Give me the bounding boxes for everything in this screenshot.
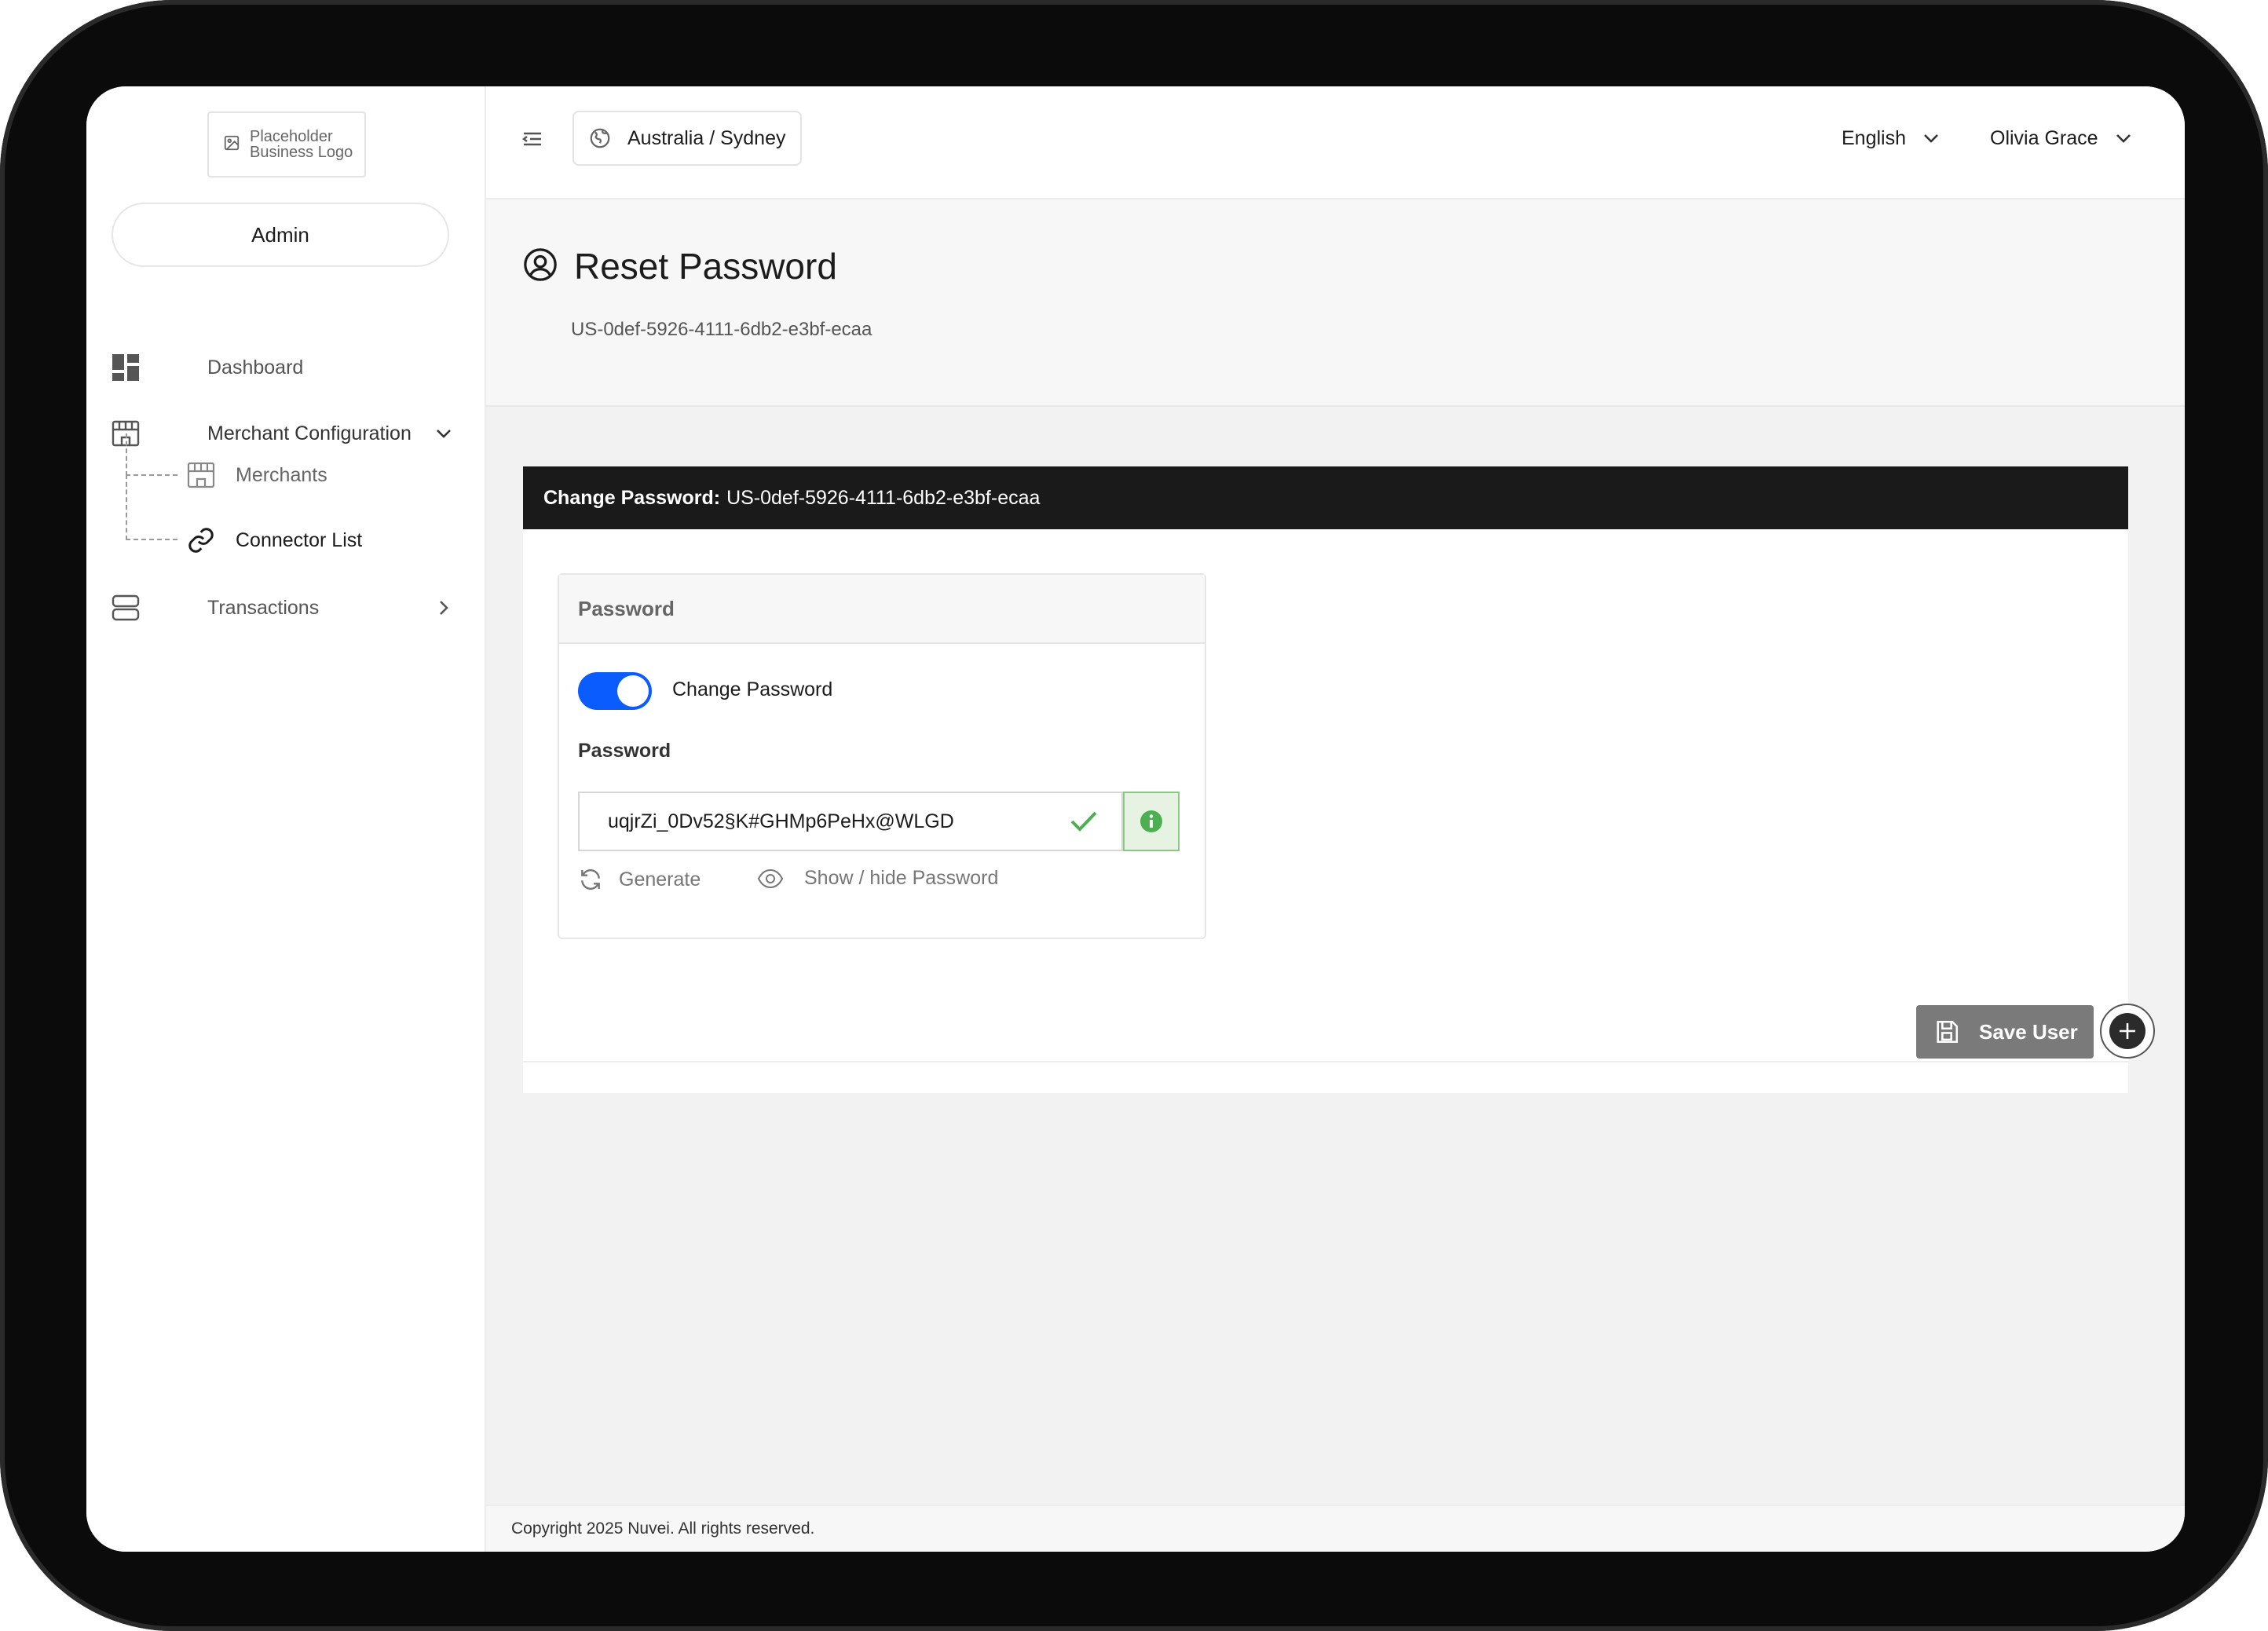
user-circle-icon — [522, 247, 558, 283]
floppy-disk-icon — [1933, 1018, 1960, 1045]
sidebar-item-label: Merchants — [236, 463, 327, 486]
language-label: English — [1842, 126, 1906, 149]
chevron-down-icon — [2116, 133, 2131, 144]
image-icon — [223, 134, 240, 155]
password-input[interactable] — [578, 792, 1123, 851]
chevron-down-icon[interactable] — [432, 422, 455, 445]
info-icon — [1139, 810, 1163, 833]
link-icon — [187, 526, 215, 554]
generate-password-button[interactable]: Generate — [578, 867, 701, 892]
card-title-bar: Change Password: US-0def-5926-4111-6db2-… — [523, 466, 2128, 529]
generate-label: Generate — [619, 868, 701, 890]
eye-icon — [757, 869, 784, 889]
change-password-card: Change Password: US-0def-5926-4111-6db2-… — [523, 466, 2128, 1093]
role-selector[interactable]: Admin — [112, 203, 449, 267]
logo-line-1: Placeholder — [250, 128, 333, 145]
sidebar: Placeholder Business Logo Admin Dashboar… — [86, 86, 486, 1552]
user-menu[interactable]: Olivia Grace — [1990, 123, 2131, 154]
panel-title: Password — [559, 575, 1205, 644]
sidebar-item-transactions[interactable]: Transactions — [110, 584, 455, 631]
dashboard-icon — [110, 352, 141, 383]
toggle-knob — [617, 675, 649, 707]
timezone-selector[interactable]: Australia / Sydney — [572, 111, 802, 166]
sidebar-item-label: Merchant Configuration — [207, 422, 412, 444]
sidebar-item-label: Connector List — [236, 528, 363, 551]
chevron-down-icon — [1923, 133, 1939, 144]
plus-icon — [2109, 1013, 2145, 1049]
language-selector[interactable]: English — [1842, 123, 1939, 154]
globe-icon — [588, 126, 612, 150]
password-info-button[interactable] — [1123, 792, 1180, 851]
add-fab-button[interactable] — [2100, 1004, 2155, 1059]
server-icon — [110, 592, 141, 624]
save-user-button[interactable]: Save User — [1916, 1005, 2094, 1059]
tree-connector — [126, 433, 177, 476]
save-user-label: Save User — [1979, 1019, 2078, 1044]
page-header: Reset Password US-0def-5926-4111-6db2-e3… — [486, 199, 2185, 407]
password-field-label: Password — [578, 740, 671, 762]
sidebar-item-label: Transactions — [207, 596, 320, 619]
chevron-right-icon[interactable] — [432, 596, 455, 620]
device-frame: Placeholder Business Logo Admin Dashboar… — [0, 0, 2268, 1631]
store-icon — [187, 461, 215, 489]
collapse-menu-icon[interactable] — [521, 127, 544, 151]
show-hide-label: Show / hide Password — [804, 867, 999, 889]
show-hide-password-button[interactable]: Show / hide Password — [757, 867, 998, 890]
card-divider — [523, 1061, 2128, 1062]
toggle-label: Change Password — [672, 678, 833, 700]
sidebar-item-label: Dashboard — [207, 356, 304, 378]
page-title: Reset Password — [574, 246, 837, 287]
page-footer: Copyright 2025 Nuvei. All rights reserve… — [486, 1505, 2185, 1552]
user-name: Olivia Grace — [1990, 126, 2098, 149]
sidebar-item-dashboard[interactable]: Dashboard — [110, 344, 455, 391]
app-screen: Placeholder Business Logo Admin Dashboar… — [86, 86, 2185, 1552]
sidebar-item-merchants[interactable]: Merchants — [187, 453, 327, 497]
tree-connector — [126, 474, 177, 540]
card-bar-label: Change Password: — [543, 486, 721, 509]
business-logo[interactable]: Placeholder Business Logo — [207, 112, 366, 177]
copyright-text: Copyright 2025 Nuvei. All rights reserve… — [511, 1519, 815, 1538]
logo-line-2: Business Logo — [250, 144, 353, 161]
refresh-icon — [578, 867, 603, 892]
change-password-toggle[interactable] — [578, 672, 652, 710]
page-subtitle: US-0def-5926-4111-6db2-e3bf-ecaa — [571, 319, 872, 340]
timezone-label: Australia / Sydney — [627, 126, 786, 149]
card-bar-value: US-0def-5926-4111-6db2-e3bf-ecaa — [726, 486, 1041, 509]
password-panel: Password Change Password Password uqjrZi… — [558, 573, 1206, 939]
check-icon — [1070, 809, 1098, 834]
sidebar-item-connector-list[interactable]: Connector List — [187, 518, 362, 562]
top-bar: Australia / Sydney English Olivia Grace — [486, 86, 2185, 199]
